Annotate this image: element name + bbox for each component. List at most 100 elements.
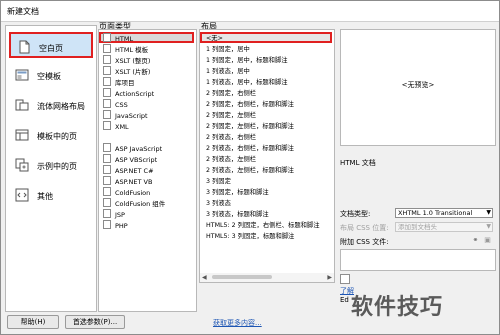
category-sample-page[interactable]: 示例中的页: [9, 152, 93, 178]
category-other[interactable]: 其他: [9, 182, 93, 208]
category-blank-page[interactable]: 空白页: [9, 32, 93, 58]
file-icon: [103, 110, 111, 119]
other-icon: [15, 188, 29, 202]
blank-template-icon: [15, 69, 29, 81]
layout-item[interactable]: 2 列固定，右侧栏: [206, 88, 256, 98]
layout-item[interactable]: 3 列固定: [206, 176, 231, 186]
layout-list[interactable]: <无> 1 列固定，居中 1 列固定，居中，标题和脚注 1 列液态，居中 1 列…: [199, 29, 335, 275]
preferences-button[interactable]: 首选参数(P)...: [65, 315, 125, 329]
page-type-item[interactable]: ASP VBScript: [103, 154, 157, 164]
page-type-item[interactable]: XSLT (整页): [103, 55, 150, 65]
page-type-item[interactable]: PHP: [103, 220, 128, 230]
page-type-item[interactable]: ColdFusion: [103, 187, 150, 197]
page-type-item[interactable]: ActionScript: [103, 88, 154, 98]
file-icon: [103, 55, 111, 64]
page-type-item[interactable]: JSP: [103, 209, 125, 219]
file-icon: [103, 220, 111, 229]
scroll-right-icon[interactable]: ▶: [327, 274, 332, 281]
layout-item[interactable]: 1 列液态，居中，标题和脚注: [206, 77, 288, 87]
layout-item[interactable]: 2 列固定，右侧栏，标题和脚注: [206, 99, 294, 109]
page-type-item[interactable]: ColdFusion 组件: [103, 198, 165, 208]
title-bar: 新建文档: [1, 1, 499, 22]
page-type-label: ColdFusion: [115, 189, 151, 197]
page-type-label: JSP: [115, 211, 125, 219]
category-label: 其他: [37, 192, 53, 201]
page-type-label: XSLT (片断): [115, 68, 151, 76]
layout-item[interactable]: 2 列液态，左侧栏: [206, 154, 256, 164]
layout-item[interactable]: 3 列固定，标题和脚注: [206, 187, 269, 197]
page-type-item[interactable]: JavaScript: [103, 110, 148, 120]
get-more-content-link[interactable]: 获取更多内容...: [213, 318, 262, 328]
file-icon: [103, 99, 111, 108]
layout-item[interactable]: 1 列固定，居中，标题和脚注: [206, 55, 288, 65]
page-type-label: HTML 模板: [115, 46, 149, 54]
trash-icon[interactable]: ▣: [483, 236, 492, 245]
page-type-item[interactable]: CSS: [103, 99, 128, 109]
link-icon[interactable]: ⚭: [471, 236, 480, 245]
partial-label: Ed: [340, 296, 349, 304]
page-type-list[interactable]: HTML HTML 模板 XSLT (整页) XSLT (片断) 库项目 Act…: [98, 29, 197, 312]
layout-item[interactable]: 2 列液态，右侧栏，标题和脚注: [206, 143, 294, 153]
file-icon: [103, 165, 111, 174]
layout-item[interactable]: 2 列固定，左侧栏: [206, 110, 256, 120]
layout-item[interactable]: <无>: [206, 33, 223, 43]
page-type-label: PHP: [115, 222, 128, 230]
layout-item[interactable]: 2 列液态，左侧栏，标题和脚注: [206, 165, 294, 175]
layout-item[interactable]: 1 列固定，居中: [206, 44, 250, 54]
chevron-down-icon: ▼: [486, 209, 491, 216]
attach-css-label: 附加 CSS 文件:: [340, 238, 389, 246]
file-icon: [103, 44, 111, 53]
layout-item[interactable]: 3 列液态，标题和脚注: [206, 209, 269, 219]
attached-css-list[interactable]: [340, 249, 496, 271]
layout-item[interactable]: 2 列固定，左侧栏，标题和脚注: [206, 121, 294, 131]
layout-css-label: 布局 CSS 位置:: [340, 224, 389, 232]
window-title: 新建文档: [7, 7, 39, 16]
blank-page-icon: [19, 40, 30, 54]
doctype-select[interactable]: XHTML 1.0 Transitional ▼: [395, 208, 493, 218]
page-type-item[interactable]: HTML 模板: [103, 44, 148, 54]
file-icon: [103, 154, 111, 163]
page-type-label: XML: [115, 123, 129, 131]
page-type-label: ColdFusion 组件: [115, 200, 166, 208]
file-icon: [103, 121, 111, 130]
page-type-item[interactable]: XSLT (片断): [103, 66, 150, 76]
page-type-label: ActionScript: [115, 90, 155, 98]
page-type-item[interactable]: 库项目: [103, 77, 135, 87]
page-type-item[interactable]: ASP.NET VB: [103, 176, 152, 186]
category-template-page[interactable]: 模板中的页: [9, 122, 93, 148]
layout-css-select[interactable]: 添加到文档头 ▼: [395, 222, 493, 232]
file-icon: [103, 33, 111, 42]
category-fluid-grid[interactable]: 流体网格布局: [9, 92, 93, 118]
category-list: 空白页 空模板 流体网格布局 模板中的页 示例中的页 其他: [5, 25, 97, 312]
layout-item[interactable]: HTML5: 3 列固定，标题和脚注: [206, 231, 294, 241]
category-blank-template[interactable]: 空模板: [9, 62, 93, 88]
fluid-grid-icon: [15, 99, 29, 111]
page-type-item[interactable]: ASP JavaScript: [103, 143, 162, 153]
category-label: 模板中的页: [37, 132, 77, 141]
page-type-label: ASP VBScript: [115, 156, 158, 164]
layout-css-value: 添加到文档头: [398, 223, 437, 231]
file-icon: [103, 88, 111, 97]
new-document-dialog: 新建文档 空白页 空模板 流体网格布局 模板中的页 示例中的页 其他 页面类型: [0, 0, 500, 335]
watermark: 软件技巧: [351, 295, 444, 320]
page-type-label: ASP.NET VB: [115, 178, 153, 186]
scrollbar-thumb[interactable]: [212, 275, 272, 279]
layout-item[interactable]: HTML5: 2 列固定，右侧栏、标题和脚注: [206, 220, 320, 230]
sample-page-icon: [15, 158, 29, 172]
page-type-label: ASP.NET C#: [115, 167, 154, 175]
file-icon: [103, 176, 111, 185]
layout-item[interactable]: 1 列液态，居中: [206, 66, 250, 76]
layout-horizontal-scrollbar[interactable]: ◀ ▶: [199, 273, 335, 283]
page-type-item[interactable]: XML: [103, 121, 129, 131]
scroll-left-icon[interactable]: ◀: [202, 274, 207, 281]
page-type-item[interactable]: HTML: [103, 33, 133, 43]
layout-item[interactable]: 3 列液态: [206, 198, 231, 208]
preview-placeholder: <无预览>: [401, 81, 435, 89]
help-button[interactable]: 帮助(H): [7, 315, 59, 329]
page-type-label: 库项目: [115, 79, 135, 87]
page-type-label: HTML: [115, 35, 134, 43]
layout-item[interactable]: 2 列液态，右侧栏: [206, 132, 256, 142]
enable-checkbox[interactable]: [340, 274, 350, 284]
page-type-item[interactable]: ASP.NET C#: [103, 165, 154, 175]
page-type-label: ASP JavaScript: [115, 145, 163, 153]
